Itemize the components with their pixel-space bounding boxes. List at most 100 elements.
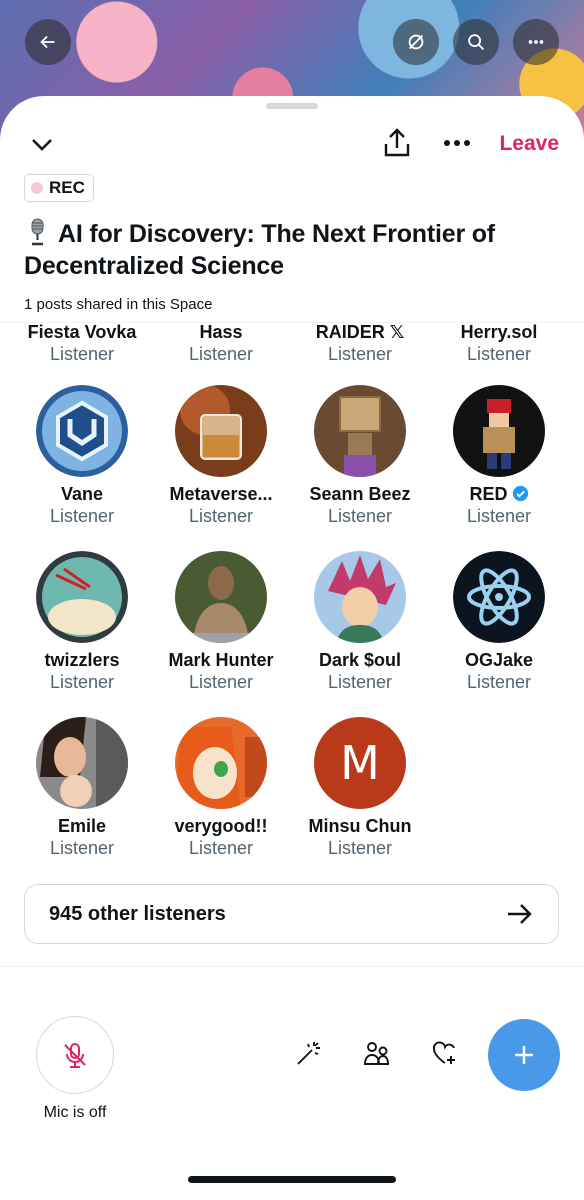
participant-name: Hass: [199, 323, 243, 342]
participant-role: Listener: [49, 506, 115, 526]
avatar: [175, 717, 267, 809]
space-title-text: AI for Discovery: The Next Frontier of D…: [24, 220, 495, 280]
blue-cube-logo-icon: [36, 385, 128, 477]
participant-role: Listener: [327, 344, 393, 364]
participant-role: Listener: [49, 672, 115, 692]
mic-toggle-button[interactable]: [36, 1016, 114, 1094]
participant-name: twizzlers: [44, 650, 120, 670]
chevron-down-icon: [32, 139, 52, 151]
participant-cell[interactable]: verygood!! Listener: [151, 717, 291, 859]
participant-name: Minsu Chun: [308, 816, 412, 836]
participant-cell[interactable]: OGJake Listener: [429, 551, 569, 693]
participant-cell[interactable]: RAIDER 𝕏 Listener: [290, 323, 430, 365]
participant-cell[interactable]: twizzlers Listener: [12, 551, 152, 693]
participant-name: verygood!!: [174, 816, 268, 836]
participant-cell[interactable]: Fiesta Vovka Listener: [12, 323, 152, 365]
cardboard-robot-icon: [314, 385, 406, 477]
share-button[interactable]: [380, 126, 414, 160]
dot: [454, 140, 460, 146]
more-button[interactable]: [440, 126, 474, 160]
participant-role: Listener: [49, 838, 115, 858]
compose-button[interactable]: [488, 1019, 560, 1091]
reactions-button[interactable]: [294, 1038, 328, 1072]
collapse-button[interactable]: [28, 130, 56, 158]
participant-name: Metaverse...: [169, 484, 273, 504]
participant-role: Listener: [188, 344, 254, 364]
participants-grid: Fiesta Vovka Listener Hass Listener RAID…: [0, 323, 584, 863]
participants-button[interactable]: [362, 1038, 396, 1072]
image-off-icon: [408, 34, 424, 50]
atom-logo-icon: [453, 551, 545, 643]
anime-spiky-hair-icon: [314, 551, 406, 643]
top-more-button[interactable]: [513, 19, 559, 65]
avatar: [314, 551, 406, 643]
participant-name-text: RED: [469, 484, 508, 504]
people-icon: [364, 1042, 389, 1065]
add-favorite-button[interactable]: [430, 1038, 464, 1072]
participant-name: Dark $oul: [318, 650, 402, 670]
sheet-header: Leave: [0, 122, 584, 166]
whisky-glass-icon: [175, 385, 267, 477]
participant-cell[interactable]: Seann Beez Listener: [290, 385, 430, 527]
posts-shared-link[interactable]: 1 posts shared in this Space: [24, 296, 212, 313]
participant-name: Vane: [60, 484, 104, 504]
home-indicator: [188, 1176, 396, 1183]
verified-badge-icon: [512, 485, 528, 502]
participant-role: Listener: [49, 344, 115, 364]
participant-cell[interactable]: Herry.sol Listener: [429, 323, 569, 365]
participant-role: Listener: [327, 838, 393, 858]
participant-name: Emile: [57, 816, 107, 836]
other-listeners-label: 945 other listeners: [49, 902, 226, 925]
leave-button[interactable]: Leave: [499, 132, 559, 156]
search-icon: [468, 34, 484, 50]
participant-cell[interactable]: Hass Listener: [151, 323, 291, 365]
magic-wand-icon: [297, 1042, 320, 1065]
participant-role: Listener: [188, 838, 254, 858]
family-photo-icon: [36, 717, 128, 809]
participant-role: Listener: [466, 344, 532, 364]
space-sheet: Leave REC AI for Discovery: The Next Fro…: [0, 96, 584, 1200]
avatar: [453, 551, 545, 643]
avatar: [453, 385, 545, 477]
participant-name: Herry.sol: [460, 323, 538, 342]
plus-icon: [515, 1046, 533, 1064]
other-listeners-button[interactable]: 945 other listeners: [24, 884, 559, 944]
dot: [464, 140, 470, 146]
back-button[interactable]: [25, 19, 71, 65]
participant-cell[interactable]: Metaverse... Listener: [151, 385, 291, 527]
participant-cell[interactable]: Emile Listener: [12, 717, 152, 859]
hide-images-button[interactable]: [393, 19, 439, 65]
sheet-grabber[interactable]: [266, 103, 318, 109]
participant-name: Fiesta Vovka: [27, 323, 137, 342]
avatar: [175, 551, 267, 643]
cartoon-creature-icon: [36, 551, 128, 643]
avatar: [314, 385, 406, 477]
space-title: AI for Discovery: The Next Frontier of D…: [24, 218, 564, 282]
avatar: M: [314, 717, 406, 809]
participant-cell[interactable]: Mark Hunter Listener: [151, 551, 291, 693]
participant-name: Mark Hunter: [168, 650, 274, 670]
avatar: [175, 385, 267, 477]
participant-role: Listener: [466, 672, 532, 692]
participant-role: Listener: [188, 506, 254, 526]
recording-badge: REC: [24, 174, 94, 202]
participant-name: Seann Beez: [309, 484, 411, 504]
more-horizontal-icon: [528, 40, 544, 44]
recording-label: REC: [49, 178, 85, 197]
participant-cell[interactable]: RED Listener: [429, 385, 569, 527]
participant-name: RAIDER 𝕏: [315, 323, 405, 342]
participant-name: OGJake: [464, 650, 534, 670]
participant-role: Listener: [466, 506, 532, 526]
avatar: [36, 385, 128, 477]
search-button[interactable]: [453, 19, 499, 65]
pixel-character-icon: [453, 385, 545, 477]
participant-cell[interactable]: M Minsu Chun Listener: [290, 717, 430, 859]
share-icon: [384, 128, 410, 157]
participant-role: Listener: [188, 672, 254, 692]
participant-cell[interactable]: Vane Listener: [12, 385, 152, 527]
bronze-statue-icon: [175, 551, 267, 643]
divider: [0, 966, 584, 967]
participant-name: RED: [429, 483, 569, 505]
participant-cell[interactable]: Dark $oul Listener: [290, 551, 430, 693]
heart-plus-icon: [433, 1041, 455, 1064]
